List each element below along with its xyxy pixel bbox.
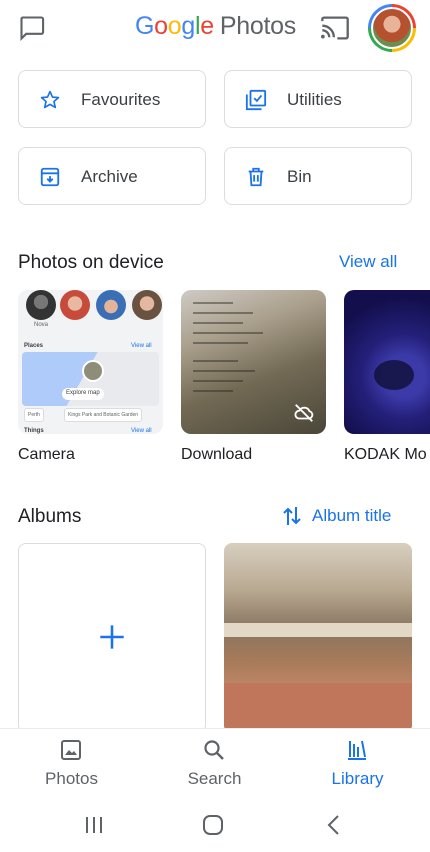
face-thumbnail [26, 290, 56, 320]
nav-photos-label: Photos [45, 769, 98, 788]
face-thumbnail [96, 290, 126, 320]
face-thumbnail [132, 290, 162, 320]
doc-line [193, 322, 243, 324]
star-icon [40, 90, 60, 109]
account-avatar[interactable] [368, 4, 416, 52]
kodak-folder-thumbnail[interactable] [344, 290, 430, 434]
camera-folder-label: Camera [18, 446, 75, 463]
archive-icon [40, 167, 60, 187]
album-thumbnail[interactable] [224, 543, 412, 733]
cloud-off-icon [294, 404, 314, 422]
doc-line [193, 302, 233, 304]
doc-line [193, 390, 233, 392]
doc-line [193, 360, 238, 362]
bin-button[interactable]: Bin [224, 147, 412, 205]
download-folder-thumbnail[interactable] [181, 290, 326, 434]
archive-button[interactable]: Archive [18, 147, 206, 205]
view-all-link[interactable]: View all [339, 252, 397, 272]
download-folder-label: Download [181, 446, 253, 463]
album-sort-button[interactable]: Album title [282, 504, 412, 528]
map-preview: Explore map [22, 352, 159, 406]
doc-line [193, 312, 253, 314]
photo-icon [61, 740, 81, 760]
album-sort-label: Album title [312, 506, 392, 525]
nav-search[interactable]: Search [143, 729, 286, 799]
google-photos-logo: Google Photos [135, 12, 296, 40]
place-chip: Kings Park and Botanic Garden [64, 408, 143, 422]
favourites-button[interactable]: Favourites [18, 70, 206, 128]
fence-rail [224, 623, 412, 637]
sort-icon [283, 507, 301, 525]
nav-library[interactable]: Library [286, 729, 429, 799]
map-photo-pin [82, 360, 104, 382]
place-chip: Perth [24, 408, 44, 422]
face-thumbnail [60, 290, 90, 320]
nav-search-label: Search [187, 769, 242, 788]
mini-view-all: View all [131, 343, 152, 349]
trash-icon [248, 167, 264, 187]
doc-line [193, 342, 248, 344]
places-label: Places [24, 343, 44, 349]
avatar-photo [371, 7, 413, 49]
doc-line [193, 332, 263, 334]
recent-apps-icon[interactable] [84, 816, 104, 834]
utilities-label: Utilities [287, 90, 342, 109]
kodak-folder-label: KODAK Mo [344, 446, 427, 463]
camera-folder-thumbnail[interactable]: Nova Places View all Explore map Perth K… [18, 290, 163, 434]
doc-line [193, 380, 243, 382]
things-label: Things [24, 428, 44, 434]
brick-floor [224, 683, 412, 733]
nav-photos[interactable]: Photos [0, 729, 143, 799]
cast-icon[interactable] [320, 14, 350, 42]
nav-library-label: Library [331, 769, 384, 788]
doc-line [193, 370, 255, 372]
plus-icon [100, 625, 124, 649]
utilities-icon [245, 89, 267, 111]
explore-map-chip: Explore map [62, 388, 104, 400]
back-icon[interactable] [326, 814, 342, 836]
kodak-photo-detail [374, 360, 414, 390]
favourites-label: Favourites [81, 90, 161, 109]
top-app-bar: Google Photos [0, 0, 430, 58]
utilities-button[interactable]: Utilities [224, 70, 412, 128]
chat-icon[interactable] [18, 14, 46, 42]
system-navigation-bar [0, 798, 430, 852]
photos-on-device-heading: Photos on device [18, 252, 164, 273]
library-icon [348, 740, 366, 760]
bottom-navigation: Photos Search Library [0, 728, 430, 798]
face-label: Nova [34, 322, 49, 328]
archive-label: Archive [81, 167, 138, 186]
mini-things-view-all: View all [131, 428, 152, 434]
bin-label: Bin [287, 167, 312, 186]
albums-heading: Albums [18, 506, 82, 527]
search-icon [204, 740, 224, 760]
home-icon[interactable] [202, 814, 224, 836]
